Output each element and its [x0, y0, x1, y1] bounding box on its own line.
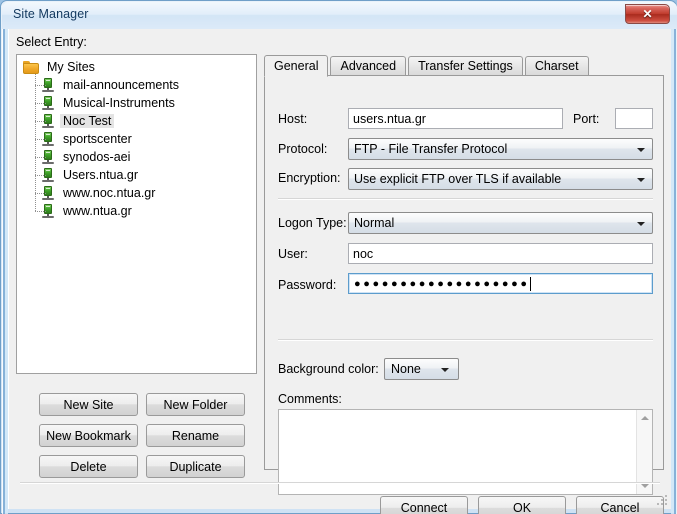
scroll-up-icon[interactable]	[637, 410, 653, 426]
user-input[interactable]	[348, 243, 653, 264]
tree-item-label: synodos-aei	[63, 150, 131, 164]
protocol-label: Protocol:	[278, 142, 328, 156]
tab-strip: General Advanced Transfer Settings Chars…	[264, 54, 664, 77]
logon-type-dropdown[interactable]: Normal	[348, 212, 653, 234]
server-icon	[42, 113, 54, 129]
chevron-down-icon	[441, 368, 449, 372]
encryption-selected-value: Use explicit FTP over TLS if available	[354, 172, 562, 186]
encryption-dropdown[interactable]: Use explicit FTP over TLS if available	[348, 168, 653, 190]
tree-item-label-selected: Noc Test	[60, 114, 115, 128]
background-color-selected-value: None	[391, 362, 421, 376]
divider	[278, 339, 653, 341]
host-input[interactable]	[348, 108, 563, 129]
tab-transfer-settings[interactable]: Transfer Settings	[408, 56, 523, 76]
password-label: Password:	[278, 278, 337, 292]
site-tree[interactable]: My Sites mail-announcements Musical-Inst…	[16, 54, 257, 374]
user-label: User:	[278, 247, 308, 261]
server-icon	[42, 167, 54, 183]
server-icon	[42, 149, 54, 165]
divider	[20, 482, 660, 484]
desktop-background: Site Manager ✕ Select Entry: My Sites ma…	[0, 0, 677, 514]
tree-item-label: Musical-Instruments	[63, 96, 175, 110]
tree-item-label: sportscenter	[63, 132, 132, 146]
delete-button[interactable]: Delete	[39, 455, 138, 478]
select-entry-label: Select Entry:	[16, 35, 87, 49]
tree-item-mail-announcements[interactable]: mail-announcements	[17, 76, 256, 94]
tab-advanced[interactable]: Advanced	[330, 56, 407, 76]
tree-item-label: www.ntua.gr	[63, 204, 132, 218]
tab-charset[interactable]: Charset	[524, 56, 589, 76]
password-input[interactable]: ●●●●●●●●●●●●●●●●●●●	[348, 273, 653, 294]
chevron-down-icon	[637, 222, 645, 226]
background-color-label: Background color:	[278, 362, 379, 376]
new-folder-button[interactable]: New Folder	[146, 393, 245, 416]
text-caret	[530, 277, 531, 291]
tree-item-www-ntua-gr[interactable]: www.ntua.gr	[17, 202, 256, 220]
scroll-down-icon[interactable]	[637, 478, 653, 494]
logon-type-label: Logon Type:	[278, 216, 347, 230]
tree-item-label: mail-announcements	[63, 78, 180, 92]
close-icon: ✕	[642, 7, 653, 21]
tree-item-noc-test[interactable]: Noc Test	[17, 112, 256, 130]
server-icon	[42, 185, 54, 201]
settings-tab-panel: General Advanced Transfer Settings Chars…	[264, 54, 664, 495]
password-masked-value: ●●●●●●●●●●●●●●●●●●●	[354, 278, 530, 290]
logon-type-selected-value: Normal	[354, 216, 395, 230]
protocol-dropdown[interactable]: FTP - File Transfer Protocol	[348, 138, 653, 160]
window-title: Site Manager	[13, 7, 89, 21]
site-manager-dialog: Site Manager ✕ Select Entry: My Sites ma…	[0, 0, 677, 514]
folder-icon	[23, 60, 39, 74]
port-input[interactable]	[615, 108, 653, 129]
connect-button[interactable]: Connect	[380, 496, 468, 514]
close-button[interactable]: ✕	[625, 4, 670, 24]
tree-item-sportscenter[interactable]: sportscenter	[17, 130, 256, 148]
tree-item-www-noc-ntua-gr[interactable]: www.noc.ntua.gr	[17, 184, 256, 202]
host-label: Host:	[278, 112, 308, 126]
chevron-down-icon	[637, 148, 645, 152]
cancel-button[interactable]: Cancel	[576, 496, 664, 514]
tree-item-label: www.noc.ntua.gr	[63, 186, 156, 200]
server-icon	[42, 203, 54, 219]
chevron-down-icon	[637, 178, 645, 182]
background-color-dropdown[interactable]: None	[384, 358, 459, 380]
comments-label: Comments:	[278, 392, 342, 406]
tree-item-label: Users.ntua.gr	[63, 168, 139, 182]
protocol-selected-value: FTP - File Transfer Protocol	[354, 142, 508, 156]
title-bar[interactable]: Site Manager ✕	[2, 2, 677, 29]
tab-content-general: Host: Port: Protocol: FTP - File Transfe…	[264, 75, 664, 495]
server-icon	[42, 95, 54, 111]
divider	[278, 198, 653, 200]
new-bookmark-button[interactable]: New Bookmark	[39, 424, 138, 447]
rename-button[interactable]: Rename	[146, 424, 245, 447]
new-site-button[interactable]: New Site	[39, 393, 138, 416]
duplicate-button[interactable]: Duplicate	[146, 455, 245, 478]
tab-general[interactable]: General	[264, 55, 329, 77]
server-icon	[42, 131, 54, 147]
port-label: Port:	[573, 112, 600, 126]
tree-item-synodos-aei[interactable]: synodos-aei	[17, 148, 256, 166]
server-icon	[42, 77, 54, 93]
tree-item-musical-instruments[interactable]: Musical-Instruments	[17, 94, 256, 112]
tree-root-my-sites[interactable]: My Sites	[17, 55, 256, 76]
resize-grip[interactable]	[657, 495, 669, 507]
tree-children: mail-announcements Musical-Instruments N…	[17, 74, 256, 220]
dialog-client-area: Select Entry: My Sites mail-announcement…	[8, 29, 671, 514]
encryption-label: Encryption:	[278, 171, 341, 185]
ok-button[interactable]: OK	[478, 496, 566, 514]
tree-root-label: My Sites	[47, 60, 95, 74]
tree-item-users-ntua-gr[interactable]: Users.ntua.gr	[17, 166, 256, 184]
